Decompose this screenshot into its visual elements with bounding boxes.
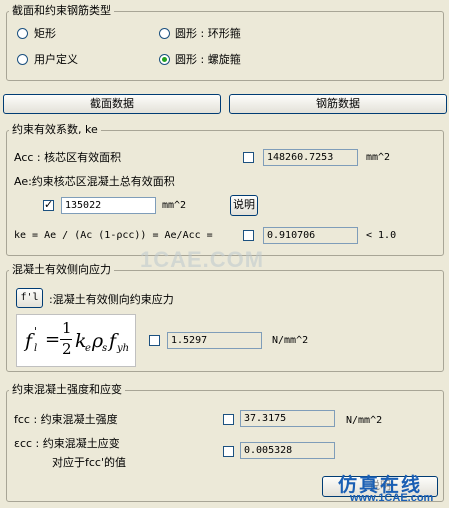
radio-circle-spiral[interactable] [159, 54, 170, 65]
corner-watermark-url: www.1CAE.com [350, 492, 434, 504]
section-type-title: 截面和约束钢筋类型 [9, 4, 114, 17]
ae-label: Ae:约束核芯区混凝土总有效面积 [14, 175, 175, 188]
radio-selected-dot [162, 57, 167, 62]
acc-unit: mm^2 [366, 152, 391, 163]
fcc-label: fcc : 约束混凝土强度 [14, 413, 118, 426]
lateral-stress-formula: f ' l = 1 2 k e ρ s f yh [16, 314, 136, 367]
radio-rectangle-label: 矩形 [34, 27, 56, 40]
formula-num: 1 [62, 319, 72, 337]
ecc-label-2: 对应于fcc'的值 [52, 456, 126, 469]
ecc-value-field[interactable]: 0.005328 [240, 442, 335, 459]
acc-value-field[interactable]: 148260.7253 [263, 149, 358, 166]
ke-group-title: 约束有效系数, ke [9, 123, 101, 136]
fcc-value-field[interactable]: 37.3175 [240, 410, 335, 427]
lateral-stress-desc: :混凝土有效侧向约束应力 [49, 293, 174, 306]
ecc-checkbox[interactable] [223, 446, 234, 457]
formula-lhs-sup: ' [34, 325, 38, 338]
ke-value-field[interactable]: 0.910706 [263, 227, 358, 244]
formula-k-sub: e [85, 343, 91, 354]
lateral-value-field[interactable]: 1.5297 [167, 332, 262, 349]
ecc-label: εcc : 约束混凝土应变 [14, 437, 120, 450]
formula-rho-sub: s [102, 343, 108, 354]
formula-eq: = [45, 329, 61, 350]
formula-fy: f [109, 330, 117, 352]
formula-lhs: f [25, 330, 33, 352]
fcc-unit: N/mm^2 [346, 415, 383, 426]
radio-rectangle[interactable] [17, 28, 28, 39]
ke-checkbox[interactable] [243, 230, 254, 241]
radio-circle-hoop[interactable] [159, 28, 170, 39]
fcc-checkbox[interactable] [223, 414, 234, 425]
formula-den: 2 [62, 340, 72, 358]
formula-lhs-sub: l [34, 343, 38, 354]
ae-value-field[interactable]: 135022 [61, 197, 156, 214]
acc-checkbox[interactable] [243, 152, 254, 163]
ke-formula: ke = Ae / (Ac (1-ρcc)) = Ae/Acc = [14, 230, 213, 241]
lateral-checkbox[interactable] [149, 335, 160, 346]
section-data-button[interactable]: 截面数据 [3, 94, 221, 114]
ke-limit: < 1.0 [366, 230, 397, 241]
ae-checkbox[interactable]: ✓ [43, 198, 54, 211]
section-type-group [6, 11, 444, 81]
radio-user-defined-label: 用户定义 [34, 53, 78, 66]
ae-unit: mm^2 [162, 200, 187, 211]
f1-button[interactable]: f'l [16, 288, 43, 308]
acc-label: Acc : 核芯区有效面积 [14, 151, 122, 164]
lateral-unit: N/mm^2 [272, 335, 309, 346]
radio-user-defined[interactable] [17, 54, 28, 65]
radio-circle-spiral-label: 圆形 : 螺旋箍 [175, 53, 241, 66]
radio-circle-hoop-label: 圆形 : 环形箍 [175, 27, 241, 40]
formula-fy-sub: yh [117, 343, 130, 354]
explain-ae-button[interactable]: 说明 [230, 195, 258, 216]
rebar-data-button[interactable]: 钢筋数据 [229, 94, 447, 114]
strength-group-title: 约束混凝土强度和应变 [9, 383, 125, 396]
lateral-stress-title: 混凝土有效侧向应力 [9, 263, 114, 276]
